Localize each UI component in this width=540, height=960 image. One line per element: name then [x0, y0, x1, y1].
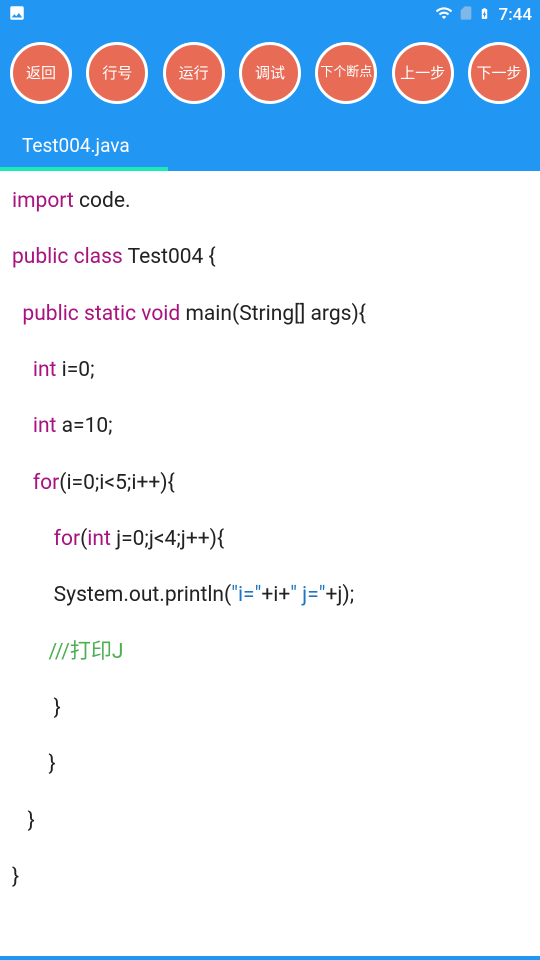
status-time: 7:44 — [499, 5, 532, 25]
back-button[interactable]: 返回 — [10, 42, 72, 104]
token-kw: int — [33, 414, 57, 438]
line-number-button[interactable]: 行号 — [86, 42, 148, 104]
token-txt: j=0;j<4;j++){ — [111, 527, 224, 551]
token-txt: } — [12, 752, 56, 776]
token-kw: public class — [12, 245, 123, 269]
token-txt: (i=0;i<5;i++){ — [59, 471, 174, 495]
token-txt — [12, 527, 54, 551]
tab-file[interactable]: Test004.java — [0, 122, 152, 171]
code-line: } — [12, 694, 528, 722]
token-str: " j=" — [290, 583, 325, 607]
token-kw: int — [87, 527, 111, 551]
code-line: int a=10; — [12, 412, 528, 440]
code-line: for(i=0;i<5;i++){ — [12, 469, 528, 497]
token-kw: import — [12, 189, 74, 213]
code-line: int i=0; — [12, 356, 528, 384]
token-str: "i=" — [231, 583, 261, 607]
code-line: } — [12, 807, 528, 835]
code-line: import code. — [12, 187, 528, 215]
code-line: } — [12, 750, 528, 778]
token-txt: main(String[] args){ — [180, 302, 366, 326]
token-kw: for — [54, 527, 80, 551]
token-txt: } — [12, 865, 19, 889]
bottom-accent — [0, 956, 540, 960]
token-txt: } — [12, 696, 61, 720]
step-back-button[interactable]: 上一步 — [392, 42, 454, 104]
token-txt: a=10; — [56, 414, 112, 438]
code-line: } — [12, 863, 528, 891]
status-bar: 7:44 — [0, 0, 540, 30]
code-line: public class Test004 { — [12, 243, 528, 271]
token-kw: public static void — [22, 302, 180, 326]
token-txt: Test004 { — [123, 245, 216, 269]
token-txt: System.out.println( — [12, 583, 231, 607]
token-txt: +i+ — [261, 583, 290, 607]
debug-button[interactable]: 调试 — [239, 42, 301, 104]
picture-icon — [8, 4, 26, 26]
code-line: System.out.println("i="+i+" j="+j); — [12, 581, 528, 609]
code-line: for(int j=0;j<4;j++){ — [12, 525, 528, 553]
token-txt: i=0; — [56, 358, 94, 382]
sim-icon — [458, 4, 474, 26]
code-line: ///打印J — [12, 638, 528, 666]
token-txt: +j); — [325, 583, 354, 607]
token-txt — [12, 640, 48, 664]
token-txt: } — [12, 809, 35, 833]
battery-icon — [478, 4, 491, 27]
token-cmt: ///打印J — [48, 640, 123, 664]
token-txt — [12, 302, 22, 326]
code-editor[interactable]: import code. public class Test004 { publi… — [0, 171, 540, 956]
next-breakpoint-button[interactable]: 下个断点 — [315, 42, 377, 104]
token-txt — [12, 358, 33, 382]
toolbar: 返回行号运行调试下个断点上一步下一步 — [0, 30, 540, 122]
token-txt — [12, 414, 33, 438]
step-forward-button[interactable]: 下一步 — [468, 42, 530, 104]
wifi-icon — [434, 4, 454, 26]
token-kw: for — [33, 471, 59, 495]
tab-label: Test004.java — [22, 134, 130, 157]
token-txt — [12, 471, 33, 495]
token-txt: code. — [74, 189, 131, 213]
code-line: public static void main(String[] args){ — [12, 300, 528, 328]
run-button[interactable]: 运行 — [163, 42, 225, 104]
token-kw: int — [33, 358, 57, 382]
tab-bar: Test004.java — [0, 122, 540, 171]
